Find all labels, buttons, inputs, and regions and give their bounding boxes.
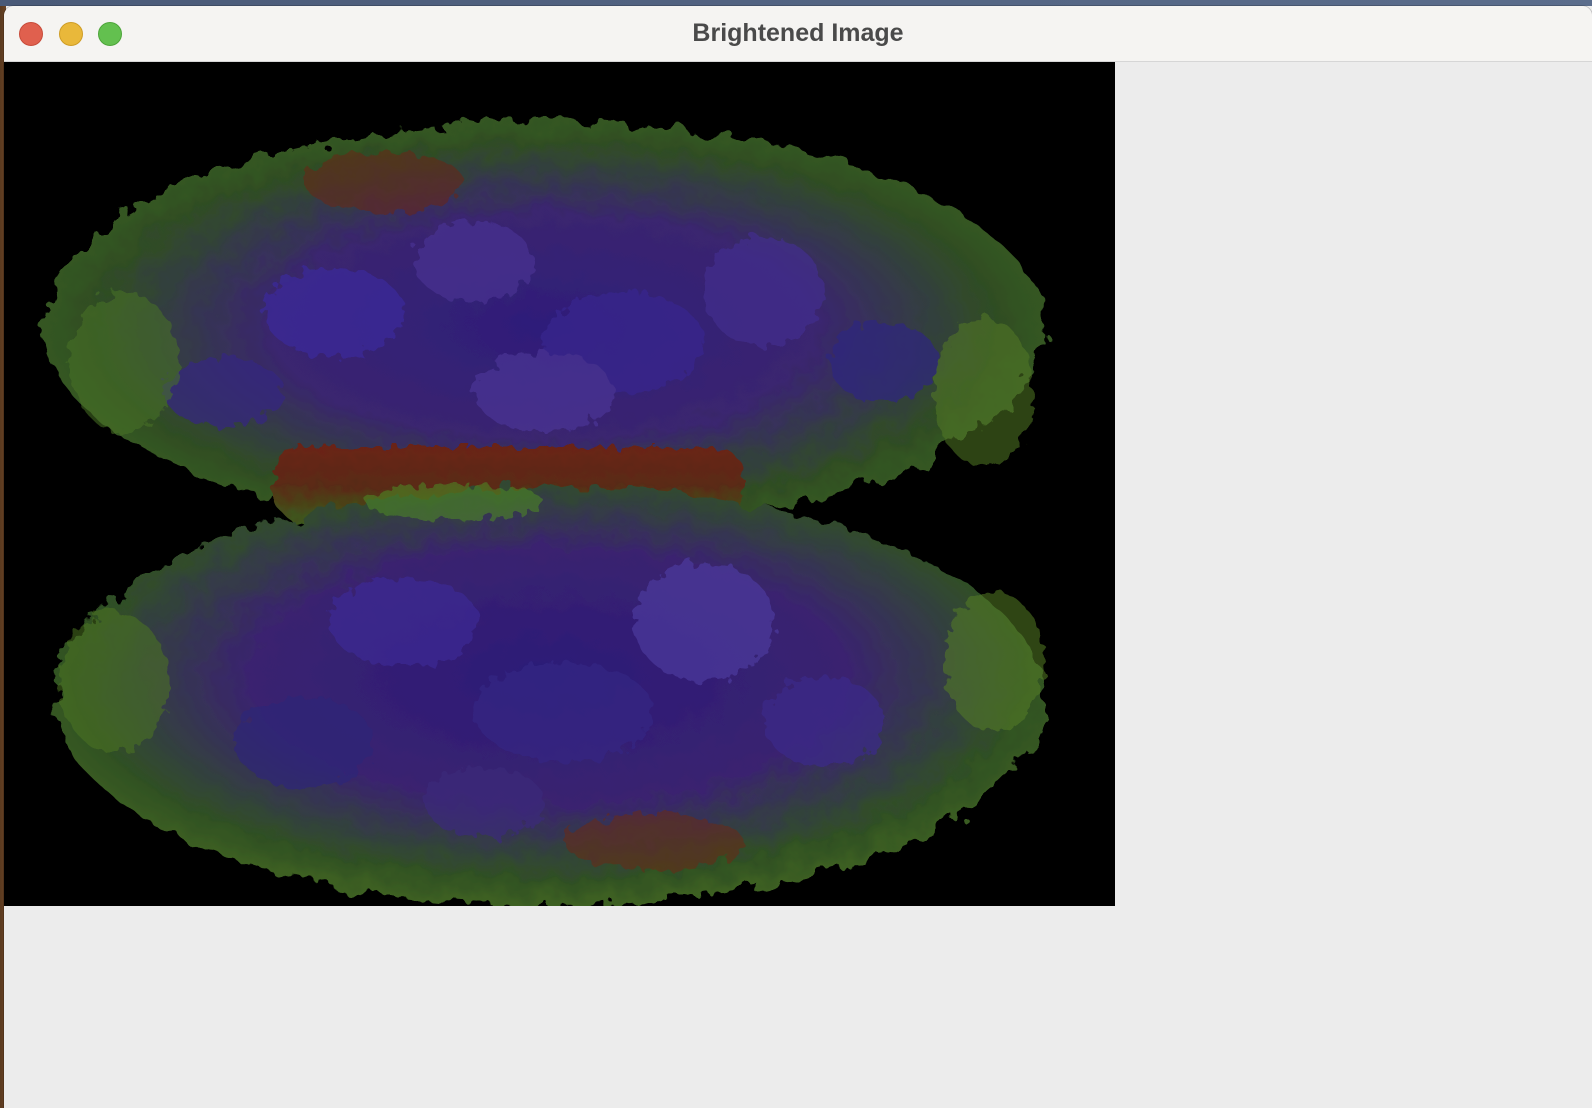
brain-tractography-image	[4, 62, 1115, 906]
window-content	[4, 62, 1592, 1108]
window-titlebar[interactable]: Brightened Image	[4, 6, 1592, 62]
brain-image-graphic	[44, 122, 1044, 906]
image-window: Brightened Image	[4, 6, 1592, 1108]
window-title: Brightened Image	[692, 19, 904, 47]
